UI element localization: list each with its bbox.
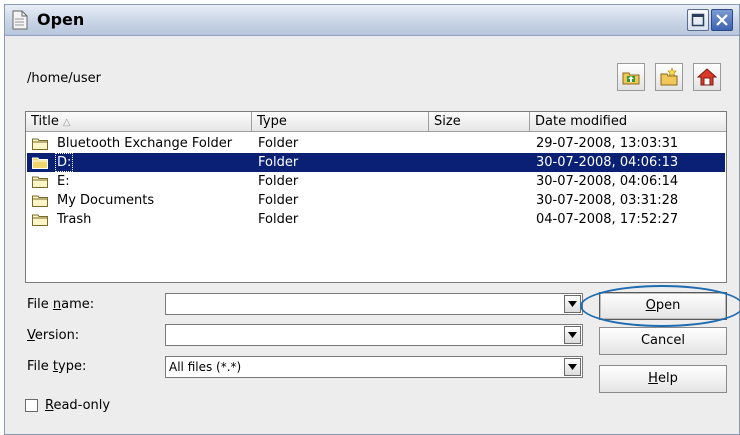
maximize-button[interactable]	[687, 9, 709, 31]
file-name: D:	[55, 153, 74, 172]
file-name: E:	[57, 174, 70, 189]
sort-ascending-icon: △	[62, 117, 71, 128]
folder-icon	[32, 195, 48, 207]
file-list[interactable]: Title △ Type Size Date modified Bluetooth…	[25, 111, 727, 283]
file-name-combobox[interactable]	[165, 293, 583, 315]
folder-icon	[32, 214, 48, 226]
file-type-combobox[interactable]: All files (*.*)	[165, 356, 583, 378]
open-dialog: Open /home/user Title △ Type Size Date m…	[4, 4, 740, 435]
file-date: 30-07-2008, 03:31:28	[536, 193, 679, 208]
read-only-label[interactable]: Read-only	[45, 398, 110, 413]
file-date: 29-07-2008, 13:03:31	[536, 136, 679, 151]
file-type-label: File type:	[27, 359, 87, 374]
folder-icon	[32, 176, 48, 188]
open-button[interactable]: Open	[599, 292, 727, 320]
window-title: Open	[37, 10, 85, 29]
file-type: Folder	[258, 212, 299, 227]
triangle-down-icon	[568, 364, 577, 370]
read-only-checkbox[interactable]	[25, 399, 38, 412]
file-name: Bluetooth Exchange Folder	[57, 136, 233, 151]
file-row-e[interactable]: E: Folder 30-07-2008, 04:06:14	[27, 172, 725, 191]
file-row-bluetooth-exchange-folder[interactable]: Bluetooth Exchange Folder Folder 29-07-2…	[27, 134, 725, 153]
cancel-button[interactable]: Cancel	[599, 327, 727, 355]
file-row-my-documents[interactable]: My Documents Folder 30-07-2008, 03:31:28	[27, 191, 725, 210]
version-label: Version:	[27, 328, 80, 343]
maximize-icon	[691, 13, 705, 27]
file-row-d[interactable]: D: Folder 30-07-2008, 04:06:13	[27, 153, 725, 172]
file-row-trash[interactable]: Trash Folder 04-07-2008, 17:52:27	[27, 210, 725, 229]
file-type: Folder	[258, 155, 299, 170]
home-button[interactable]	[693, 63, 721, 91]
help-button[interactable]: Help	[599, 365, 727, 393]
file-date: 04-07-2008, 17:52:27	[536, 212, 679, 227]
file-name-label: File name:	[27, 297, 95, 312]
triangle-down-icon	[568, 332, 577, 338]
document-icon	[12, 10, 28, 30]
close-button[interactable]	[711, 9, 733, 31]
file-type: Folder	[258, 136, 299, 151]
new-folder-icon	[660, 67, 678, 86]
up-folder-icon	[622, 72, 640, 85]
file-type-selected: All files (*.*)	[169, 360, 242, 374]
current-path: /home/user	[27, 71, 101, 86]
file-type-dropdown-button[interactable]	[564, 358, 581, 376]
folder-icon	[32, 138, 48, 150]
home-icon	[697, 68, 717, 86]
close-icon	[716, 14, 728, 26]
new-folder-button[interactable]	[655, 63, 683, 91]
triangle-down-icon	[568, 301, 577, 307]
file-type: Folder	[258, 174, 299, 189]
file-name: Trash	[57, 212, 92, 227]
column-header-date-modified[interactable]: Date modified	[530, 112, 726, 132]
version-dropdown-button[interactable]	[564, 326, 581, 344]
up-one-level-button[interactable]	[617, 63, 645, 91]
file-date: 30-07-2008, 04:06:13	[536, 155, 679, 170]
file-type: Folder	[258, 193, 299, 208]
folder-icon	[32, 157, 48, 169]
file-date: 30-07-2008, 04:06:14	[536, 174, 679, 189]
column-header-size[interactable]: Size	[429, 112, 530, 132]
file-name-dropdown-button[interactable]	[564, 295, 581, 313]
column-header-type[interactable]: Type	[252, 112, 429, 132]
column-header-title[interactable]: Title △	[26, 112, 252, 132]
title-bar[interactable]: Open	[5, 5, 739, 36]
version-combobox[interactable]	[165, 324, 583, 346]
file-name: My Documents	[57, 193, 155, 208]
